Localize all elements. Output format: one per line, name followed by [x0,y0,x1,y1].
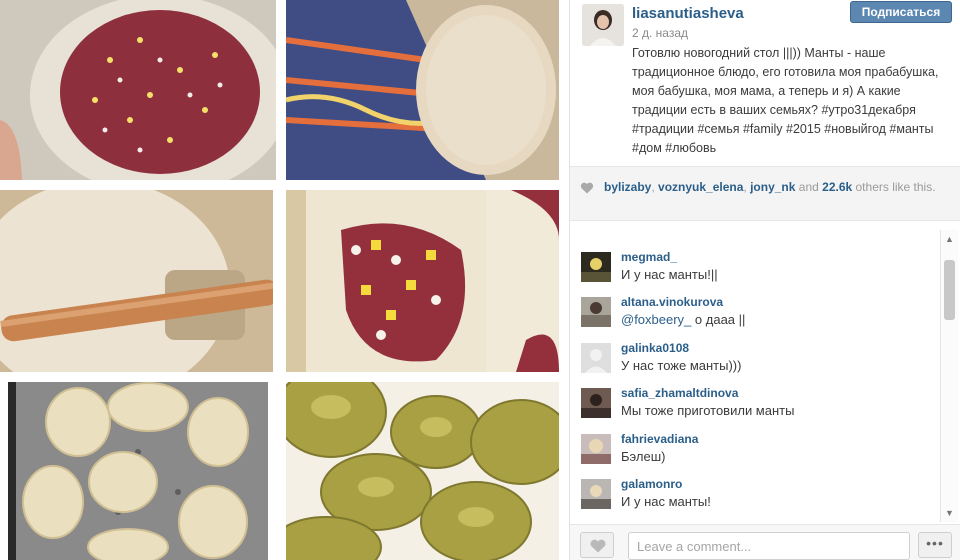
comment-text: @foxbeery_ о дааа || [621,312,745,327]
heart-icon [580,182,594,194]
commenter-username[interactable]: altana.vinokurova [621,295,723,309]
comment-text: Бэлеш) [621,449,666,464]
comment-item: fahrievadiana Бэлеш) [581,426,931,470]
comment-text: И у нас манты!|| [621,267,718,282]
triangle-up-icon[interactable]: ▲ [941,230,958,248]
commenter-username[interactable]: fahrievadiana [621,432,698,446]
comments-list[interactable]: megmad_ И у нас манты!|| altana.vinokuro… [570,222,960,522]
post-caption: Готовлю новогодний стол |||)) Манты - на… [632,46,939,155]
commenter-avatar[interactable] [581,343,611,373]
photo-collage[interactable] [0,0,568,560]
follow-button[interactable]: Подписаться [850,1,952,23]
comment-text: У нас тоже манты))) [621,358,742,373]
comment-text: И у нас манты! [621,494,711,509]
author-username[interactable]: liasanutiasheva [632,5,744,22]
comment-item: altana.vinokurova @foxbeery_ о дааа || [581,289,931,333]
commenter-username[interactable]: megmad_ [621,250,677,264]
instagram-post-view: liasanutiasheva Подписаться 2 д. назад Г… [0,0,960,560]
post-header: liasanutiasheva Подписаться 2 д. назад Г… [570,0,960,165]
likes-suffix: others like this. [852,180,936,194]
photo-steamer-dumplings [8,382,268,560]
photo-rolling-pin [0,190,273,372]
commenter-avatar[interactable] [581,388,611,418]
triangle-down-icon[interactable]: ▼ [941,504,958,522]
comments-scrollbar[interactable]: ▲ ▼ [940,230,958,522]
author-avatar[interactable] [582,4,624,46]
photo-filling-on-dough [286,190,559,372]
comment-item: galamonro И у нас манты! [581,471,931,515]
commenter-avatar[interactable] [581,252,611,282]
photo-cooked-manti [286,382,559,560]
comment-mention[interactable]: @foxbeery_ [621,312,691,327]
commenter-avatar[interactable] [581,297,611,327]
like-button[interactable] [580,532,614,558]
commenter-avatar[interactable] [581,434,611,464]
comment-composer: ••• [570,524,960,560]
likes-connector: and [795,180,823,194]
commenter-username[interactable]: safia_zhamaltdinova [621,386,738,400]
post-details-panel: liasanutiasheva Подписаться 2 д. назад Г… [569,0,960,560]
comment-item: galinka0108 У нас тоже манты))) [581,335,931,379]
liker-username[interactable]: bylizaby [604,180,651,194]
liker-username[interactable]: voznyuk_elena [658,180,743,194]
heart-icon [590,539,606,553]
post-timestamp: 2 д. назад [632,26,689,40]
comment-text: Мы тоже приготовили манты [621,403,795,418]
scrollbar-thumb[interactable] [944,260,955,320]
likes-summary: bylizaby, voznyuk_elena, jony_nk and 22.… [570,166,960,221]
comment-item: safia_zhamaltdinova Мы тоже приготовили … [581,380,931,424]
comment-input[interactable] [628,532,910,560]
liker-username[interactable]: jony_nk [750,180,795,194]
likes-text: bylizaby, voznyuk_elena, jony_nk and 22.… [604,179,954,196]
photo-minced-meat-bowl [0,0,276,180]
likes-count[interactable]: 22.6k [822,180,852,194]
photo-dough-ball [286,0,559,180]
more-options-button[interactable]: ••• [918,532,952,558]
commenter-username[interactable]: galamonro [621,477,682,491]
commenter-avatar[interactable] [581,479,611,509]
comment-body: о дааа || [691,312,746,327]
commenter-username[interactable]: galinka0108 [621,341,689,355]
comment-item: megmad_ И у нас манты!|| [581,244,931,288]
